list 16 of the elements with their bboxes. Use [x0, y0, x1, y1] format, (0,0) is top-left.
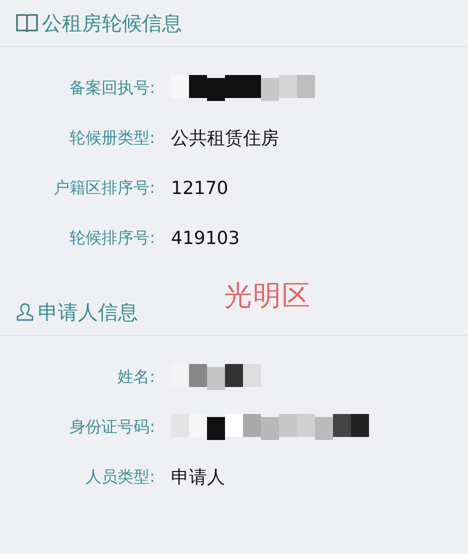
section-title: 公租房轮候信息: [42, 10, 182, 36]
field-label: 备案回执号:: [70, 78, 155, 98]
section-title: 申请人信息: [38, 298, 138, 326]
field-label: 姓名:: [118, 366, 155, 388]
field-label: 人员类型:: [86, 466, 155, 488]
field-value: 419103: [171, 228, 241, 248]
field-label: 身份证号码:: [70, 416, 155, 438]
field-value: 12170: [171, 178, 230, 198]
field-label: 户籍区排序号:: [54, 178, 155, 198]
book-icon: [16, 13, 38, 33]
field-value: 申请人: [171, 466, 226, 489]
field-value: 公共租赁住房: [171, 127, 280, 150]
person-icon: [16, 302, 34, 322]
field-label: 轮候册类型:: [70, 128, 155, 148]
field-label: 轮候排序号:: [70, 228, 155, 248]
district-annotation: 光明区: [224, 278, 311, 314]
